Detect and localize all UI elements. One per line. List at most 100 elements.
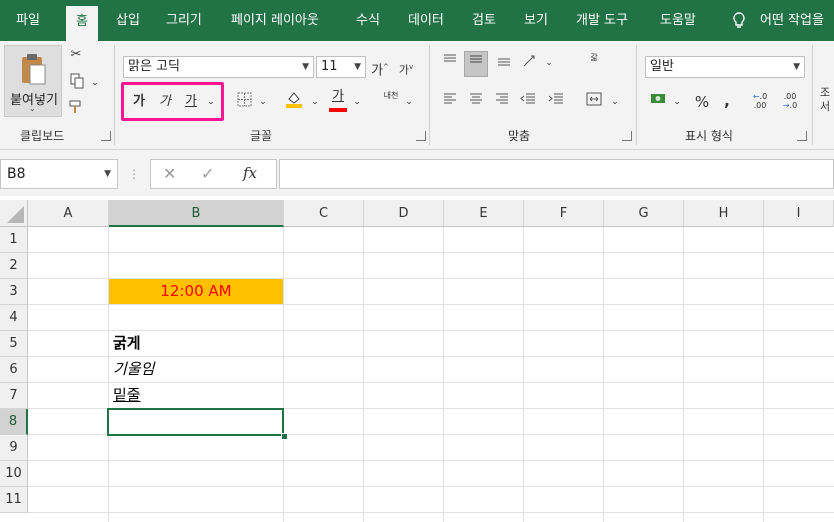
gridline — [443, 227, 444, 522]
orientation-icon[interactable] — [520, 53, 540, 76]
column-header-a[interactable]: A — [28, 200, 109, 227]
font-name-combo[interactable]: 맑은 고딕 ▼ — [123, 56, 314, 78]
styles-group-partial[interactable]: 조서 — [820, 86, 834, 122]
top-align-icon[interactable] — [440, 53, 460, 74]
borders-dropdown-icon[interactable]: ⌄ — [258, 92, 268, 112]
name-box-value: B8 — [7, 166, 26, 182]
merge-dropdown-icon[interactable]: ⌄ — [610, 92, 620, 112]
tab-developer[interactable]: 개발 도구 — [576, 0, 628, 41]
middle-align-icon[interactable] — [464, 51, 488, 77]
row-header-6[interactable]: 6 — [0, 357, 28, 383]
decrease-indent-icon[interactable] — [518, 92, 538, 112]
row-header-8[interactable]: 8 — [0, 409, 28, 435]
highlight-box — [121, 82, 224, 121]
cut-icon[interactable]: ✂ — [66, 45, 86, 65]
percent-style-button[interactable]: % — [692, 92, 712, 112]
wrap-text-button[interactable]: 갋 — [584, 53, 604, 63]
number-format-value: 일반 — [650, 59, 674, 74]
chevron-down-icon[interactable]: ▼ — [104, 160, 111, 188]
row-header-4[interactable]: 4 — [0, 305, 28, 331]
align-left-icon[interactable] — [440, 92, 460, 112]
align-right-icon[interactable] — [492, 92, 512, 112]
row-header-9[interactable]: 9 — [0, 435, 28, 461]
fill-handle[interactable] — [281, 433, 288, 440]
enter-icon[interactable]: ✓ — [201, 164, 214, 183]
tab-view[interactable]: 보기 — [524, 0, 548, 41]
font-group-label: 글꼴 — [250, 129, 273, 143]
column-header-i[interactable]: I — [764, 200, 834, 227]
accounting-format-icon[interactable] — [648, 92, 668, 113]
gridline — [28, 460, 834, 461]
phonetic-guide-button[interactable]: 내천 — [380, 91, 402, 101]
column-header-e[interactable]: E — [444, 200, 524, 227]
gridline — [28, 252, 834, 253]
row-header-2[interactable]: 2 — [0, 253, 28, 279]
comma-style-button[interactable]: , — [720, 91, 734, 111]
column-header-h[interactable]: H — [684, 200, 764, 227]
number-launcher-icon[interactable] — [797, 131, 807, 141]
copy-icon[interactable] — [66, 73, 88, 96]
column-header-b[interactable]: B — [109, 200, 284, 227]
font-color-button[interactable]: 가 — [328, 87, 348, 112]
ribbon-tab-bar: 파일 홈 삽입 그리기 페이지 레이아웃 수식 데이터 검토 보기 개발 도구 … — [0, 0, 834, 41]
tab-formulas[interactable]: 수식 — [356, 0, 380, 41]
accounting-dropdown-icon[interactable]: ⌄ — [672, 92, 682, 112]
cell-b5[interactable]: 굵게 — [113, 331, 141, 356]
font-size-combo[interactable]: 11 ▼ — [316, 56, 366, 78]
column-header-c[interactable]: C — [284, 200, 364, 227]
paste-button[interactable]: 붙여넣기 ⌄ — [4, 45, 62, 117]
bottom-align-icon[interactable] — [494, 53, 514, 74]
lightbulb-icon[interactable] — [732, 0, 746, 41]
tab-insert[interactable]: 삽입 — [116, 0, 140, 41]
number-format-combo[interactable]: 일반 ▼ — [645, 56, 805, 78]
decrease-font-button[interactable]: 가v — [396, 57, 416, 81]
column-header-g[interactable]: G — [604, 200, 684, 227]
alignment-launcher-icon[interactable] — [622, 131, 632, 141]
insert-function-icon[interactable]: fx — [243, 164, 257, 182]
tab-file[interactable]: 파일 — [16, 0, 40, 41]
merge-center-icon[interactable] — [584, 92, 604, 113]
tab-review[interactable]: 검토 — [472, 0, 496, 41]
column-header-f[interactable]: F — [524, 200, 604, 227]
tab-help[interactable]: 도움말 — [660, 0, 696, 41]
orientation-dropdown-icon[interactable]: ⌄ — [544, 53, 554, 73]
separator — [636, 45, 637, 145]
borders-icon[interactable] — [234, 92, 254, 114]
cell-b7[interactable]: 밑줄 — [113, 383, 141, 408]
clipboard-launcher-icon[interactable] — [101, 131, 111, 141]
tell-me-search[interactable]: 어떤 작업을 — [760, 0, 824, 41]
format-painter-icon[interactable] — [66, 99, 86, 122]
increase-indent-icon[interactable] — [546, 92, 566, 112]
active-cell-b8[interactable] — [107, 408, 284, 436]
increase-decimal-button[interactable]: ←.0.00 — [748, 92, 772, 110]
font-launcher-icon[interactable] — [416, 131, 426, 141]
column-header-d[interactable]: D — [364, 200, 444, 227]
formula-input[interactable] — [279, 159, 834, 189]
row-header-10[interactable]: 10 — [0, 461, 28, 487]
chevron-down-icon: ▼ — [793, 62, 800, 72]
cancel-icon[interactable]: ✕ — [163, 164, 176, 183]
phonetic-dropdown-icon[interactable]: ⌄ — [404, 92, 414, 112]
row-header-11[interactable]: 11 — [0, 487, 28, 513]
gridline — [28, 304, 834, 305]
cell-b6[interactable]: 기울임 — [113, 357, 154, 382]
cell-b3[interactable]: 12:00 AM — [109, 279, 283, 304]
separator — [114, 45, 115, 145]
tab-data[interactable]: 데이터 — [408, 0, 444, 41]
decrease-decimal-button[interactable]: .00 →.0 — [778, 92, 802, 110]
increase-font-button[interactable]: 가^ — [370, 57, 390, 81]
select-all-button[interactable] — [0, 200, 28, 227]
row-header-5[interactable]: 5 — [0, 331, 28, 357]
tab-home[interactable]: 홈 — [66, 6, 98, 41]
font-color-dropdown-icon[interactable]: ⌄ — [352, 92, 362, 112]
row-header-1[interactable]: 1 — [0, 227, 28, 253]
align-center-icon[interactable] — [466, 92, 486, 112]
tab-page-layout[interactable]: 페이지 레이아웃 — [231, 0, 319, 41]
tab-draw[interactable]: 그리기 — [166, 0, 202, 41]
fill-color-icon[interactable] — [284, 89, 304, 116]
copy-dropdown-icon[interactable]: ⌄ — [90, 73, 100, 93]
name-box[interactable]: B8 ▼ — [0, 159, 118, 189]
row-header-7[interactable]: 7 — [0, 383, 28, 409]
fill-color-dropdown-icon[interactable]: ⌄ — [310, 92, 320, 112]
row-header-3[interactable]: 3 — [0, 279, 28, 305]
